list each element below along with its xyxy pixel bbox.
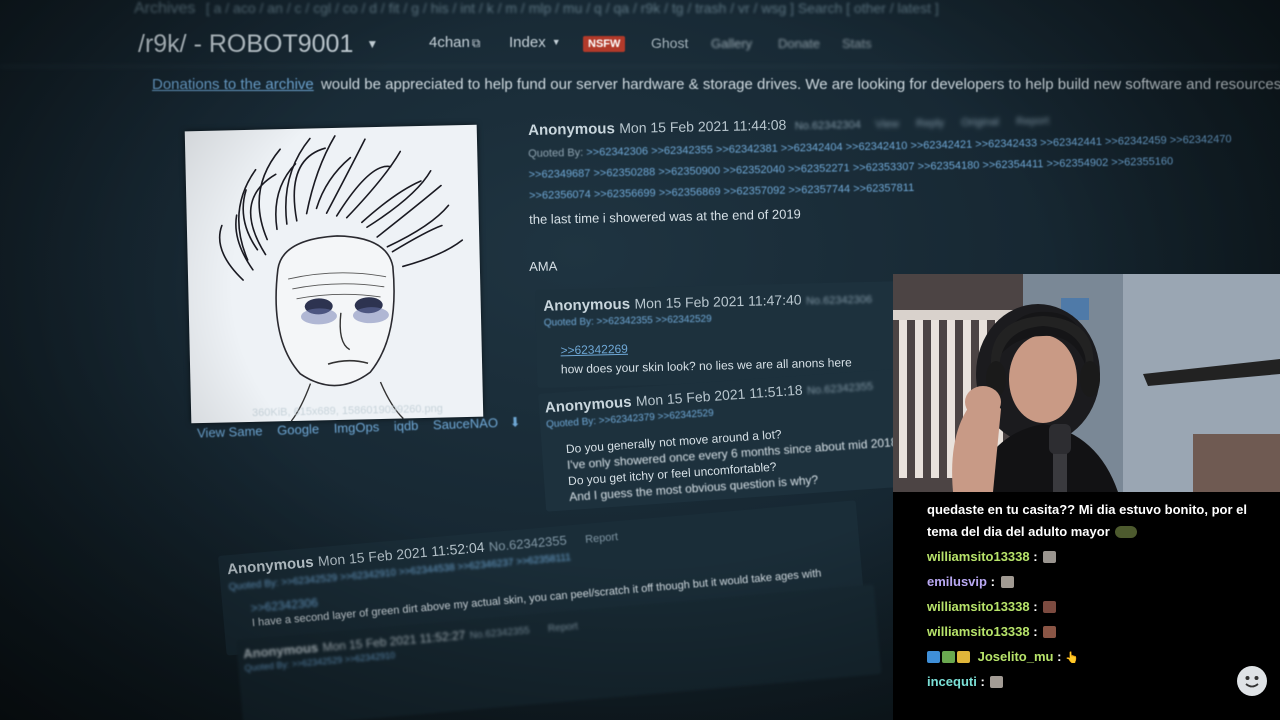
op-number[interactable]: No.62342304: [795, 119, 861, 132]
donation-line: Donations to the archive would be apprec…: [152, 76, 1280, 93]
archives-label: Archives: [134, 0, 196, 17]
op-actions: View Reply Original Report: [875, 115, 1049, 131]
chat-username[interactable]: williamsito13338: [927, 549, 1030, 564]
chevron-down-icon: ▼: [551, 37, 561, 47]
chat-username[interactable]: williamsito13338: [927, 624, 1030, 639]
chat-colon: :: [1057, 649, 1062, 664]
op-image[interactable]: [184, 124, 484, 424]
chat-colon: :: [1033, 599, 1038, 614]
reply-number[interactable]: No.62342355: [469, 625, 530, 641]
reply-quoted-by[interactable]: Quoted By: >>62342355 >>62342529: [544, 314, 712, 329]
nav-stats[interactable]: Stats: [842, 36, 872, 51]
boards-line[interactable]: [ a / aco / an / c / cgl / co / d / fit …: [206, 0, 939, 16]
donation-link[interactable]: Donations to the archive: [152, 76, 314, 93]
chat-username[interactable]: incequti: [927, 674, 977, 689]
chat-partial-line: tema del dia del adulto mayor: [927, 524, 1138, 539]
chat-message: williamsito13338 :: [927, 599, 1057, 614]
chat-colon: :: [1033, 549, 1038, 564]
smiley-icon[interactable]: [1237, 666, 1267, 696]
op-date: Mon 15 Feb 2021 11:44:08: [619, 116, 787, 137]
badge-icon: [942, 651, 955, 663]
chat-message: Joselito_mu : 👆: [927, 649, 1079, 664]
face-emote-icon: [1043, 601, 1057, 613]
op-report-button[interactable]: Report: [1016, 115, 1049, 128]
op-name: Anonymous: [528, 120, 616, 139]
reply-number[interactable]: No.62342355: [807, 381, 874, 398]
top-bar-line: [0, 66, 1280, 67]
nav-index[interactable]: Index ▼: [509, 34, 561, 51]
board-title: /r9k/ - ROBOT9001 ▼: [138, 30, 379, 58]
webcam-overlay: [893, 274, 1280, 492]
chat-colon: :: [1033, 624, 1038, 639]
reply-text: how does your skin look? no lies we are …: [560, 355, 852, 377]
cat-emote-icon: [1043, 551, 1057, 563]
reply-name: Anonymous: [544, 393, 633, 417]
badge-icon: [927, 651, 940, 663]
op-text-2: AMA: [529, 258, 558, 274]
imgops-link[interactable]: ImgOps: [333, 419, 379, 436]
chat-username[interactable]: williamsito13338: [927, 599, 1030, 614]
op-quoted-line-2[interactable]: >>62349687 >>62350288 >>62350900 >>62352…: [529, 155, 1174, 180]
reply-quote-link[interactable]: >>62342269: [560, 342, 628, 358]
op-text-1: the last time i showered was at the end …: [529, 206, 801, 227]
op-view-button[interactable]: View: [875, 118, 899, 130]
streamer-webcam: [893, 274, 1280, 492]
op-quoted-by: Quoted By: >>62342306 >>62342355 >>62342…: [528, 133, 1232, 207]
view-same-link[interactable]: View Same: [197, 423, 263, 440]
nav-donate[interactable]: Donate: [778, 36, 820, 51]
reply-number[interactable]: No.62342306: [806, 294, 872, 308]
reply-date: Mon 15 Feb 2021 11:51:18: [635, 381, 804, 410]
donation-text: would be appreciated to help fund our se…: [320, 76, 1280, 93]
nsfw-badge[interactable]: NSFW: [583, 36, 626, 52]
turtle-emote-icon: [1115, 526, 1138, 538]
iqdb-link[interactable]: iqdb: [394, 418, 419, 434]
archives-bar: Archives [ a / aco / an / c / cgl / co /…: [134, 0, 939, 18]
cat-emote-icon: [990, 676, 1004, 688]
op-reply-button[interactable]: Reply: [916, 117, 944, 130]
op-original-button[interactable]: Original: [961, 116, 999, 129]
nav-gallery[interactable]: Gallery: [711, 36, 752, 51]
cat-emote-icon: [1000, 576, 1014, 588]
nav-ghost[interactable]: Ghost: [651, 35, 688, 51]
nav-4chan[interactable]: 4chan ⧉: [429, 34, 480, 51]
chat-colon: :: [980, 674, 985, 689]
op-quoted-line-1[interactable]: >>62342306 >>62342355 >>62342381 >>62342…: [586, 133, 1232, 159]
chat-username[interactable]: Joselito_mu: [978, 649, 1054, 664]
chat-colon: :: [990, 574, 995, 589]
chat-message: williamsito13338 :: [927, 549, 1057, 564]
op-quoted-label: Quoted By:: [528, 146, 584, 160]
chat-partial-line: quedaste en tu casita?? Mi dia estuvo bo…: [927, 502, 1247, 517]
op-quoted-line-3[interactable]: >>62356074 >>62356699 >>62356869 >>62357…: [529, 182, 914, 202]
stream-chat: quedaste en tu casita?? Mi dia estuvo bo…: [893, 492, 1280, 720]
reply-number[interactable]: No.62342355: [488, 533, 567, 555]
face-emote-icon: [1043, 626, 1057, 638]
google-link[interactable]: Google: [277, 421, 319, 437]
reply-report-button[interactable]: Report: [585, 531, 619, 546]
archive-screen-photo: Archives [ a / aco / an / c / cgl / co /…: [0, 0, 1280, 720]
reply-date: Mon 15 Feb 2021 11:47:40: [634, 291, 802, 312]
download-icon[interactable]: ⬇: [509, 414, 520, 429]
chat-message: williamsito13338 :: [927, 624, 1057, 639]
reply-name: Anonymous: [543, 295, 631, 315]
chat-message: emilusvip :: [927, 574, 1014, 589]
saucenao-link[interactable]: SauceNAO: [433, 415, 499, 432]
reply-post: Anonymous Mon 15 Feb 2021 11:51:18 No.62…: [538, 367, 926, 512]
smiley-face-drawing: [1245, 676, 1259, 688]
chat-message: incequti :: [927, 674, 1004, 689]
reply-report-button[interactable]: Report: [548, 621, 579, 635]
wojak-drawing: [218, 135, 464, 422]
reply-name: Anonymous: [226, 553, 315, 579]
external-link-icon: ⧉: [471, 36, 481, 50]
op-header: Anonymous Mon 15 Feb 2021 11:44:08 No.62…: [528, 111, 1049, 140]
crown-badge-icon: [957, 651, 970, 663]
emote-icon: 👆: [1065, 652, 1079, 664]
chevron-down-icon[interactable]: ▼: [366, 37, 378, 51]
chat-username[interactable]: emilusvip: [927, 574, 987, 589]
